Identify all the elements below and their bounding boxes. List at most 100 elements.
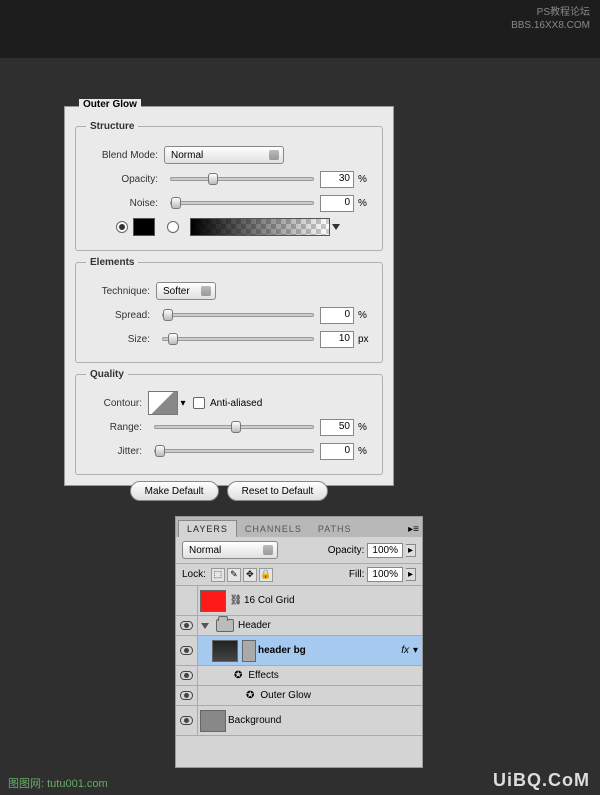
- layer-row[interactable]: ⛓ 16 Col Grid: [176, 586, 422, 616]
- folder-icon: [216, 619, 234, 632]
- spread-slider[interactable]: [162, 313, 314, 317]
- layer-mask-thumbnail[interactable]: [242, 640, 256, 662]
- range-input[interactable]: 50: [320, 419, 354, 436]
- dialog-title: Outer Glow: [79, 99, 141, 110]
- lock-all-icon[interactable]: 🔒: [259, 568, 273, 582]
- layer-row[interactable]: Background: [176, 706, 422, 736]
- jitter-input[interactable]: 0: [320, 443, 354, 460]
- noise-label: Noise:: [86, 198, 164, 209]
- color-radio[interactable]: [116, 221, 128, 233]
- watermark-bl: 图图网: tutu001.com: [8, 775, 108, 791]
- jitter-unit: %: [354, 446, 372, 457]
- tab-channels[interactable]: CHANNELS: [237, 521, 310, 537]
- visibility-toggle[interactable]: [176, 586, 198, 615]
- fill-input[interactable]: 100%: [367, 567, 403, 582]
- contour-picker[interactable]: [148, 391, 178, 415]
- opacity-unit: %: [354, 174, 372, 185]
- layer-blend-select[interactable]: Normal: [182, 541, 278, 559]
- layer-row-selected[interactable]: header bg fx ▾: [176, 636, 422, 666]
- technique-select[interactable]: Softer: [156, 282, 216, 300]
- effects-icon: ✪: [234, 670, 242, 681]
- layer-name[interactable]: Background: [228, 715, 422, 726]
- elements-legend: Elements: [86, 257, 138, 268]
- structure-legend: Structure: [86, 121, 138, 132]
- opacity-slider[interactable]: [170, 177, 314, 181]
- eye-icon: [180, 671, 193, 680]
- visibility-toggle[interactable]: [176, 706, 198, 735]
- layer-thumbnail[interactable]: [200, 590, 226, 612]
- size-label: Size:: [86, 334, 156, 345]
- eye-icon: [180, 621, 193, 630]
- size-unit: px: [354, 334, 372, 345]
- layers-panel: LAYERS CHANNELS PATHS ▸≡ Normal Opacity:…: [175, 516, 423, 768]
- gradient-dropdown-icon[interactable]: [332, 224, 344, 230]
- layer-group-row[interactable]: Header: [176, 616, 422, 636]
- layer-name[interactable]: Header: [238, 620, 422, 631]
- blend-mode-label: Blend Mode:: [86, 150, 164, 161]
- quality-legend: Quality: [86, 369, 128, 380]
- opacity-caret-icon[interactable]: ▸: [406, 544, 416, 557]
- effect-name[interactable]: Outer Glow: [254, 690, 422, 701]
- opacity-label: Opacity:: [86, 174, 164, 185]
- noise-slider[interactable]: [170, 201, 314, 205]
- panel-tabbar: LAYERS CHANNELS PATHS ▸≡: [176, 517, 422, 537]
- range-label: Range:: [86, 422, 148, 433]
- technique-label: Technique:: [86, 286, 156, 297]
- outer-glow-dialog: Outer Glow Structure Blend Mode: Normal …: [64, 106, 394, 486]
- disclosure-icon[interactable]: [201, 623, 209, 629]
- jitter-label: Jitter:: [86, 446, 148, 457]
- tab-paths[interactable]: PATHS: [310, 521, 360, 537]
- blend-mode-select[interactable]: Normal: [164, 146, 284, 164]
- lock-transparency-icon[interactable]: ⬚: [211, 568, 225, 582]
- elements-group: Elements Technique: Softer Spread: 0 % S…: [75, 257, 383, 363]
- range-slider[interactable]: [154, 425, 314, 429]
- lock-label: Lock:: [182, 569, 206, 580]
- link-icon[interactable]: ⛓: [231, 595, 241, 606]
- layer-list: ⛓ 16 Col Grid Header header bg fx ▾ ✪ Ef…: [176, 586, 422, 767]
- layer-name[interactable]: header bg: [258, 645, 401, 656]
- layer-thumbnail[interactable]: [200, 710, 226, 732]
- contour-dropdown-icon[interactable]: ▾: [178, 391, 188, 415]
- antialias-label: Anti-aliased: [210, 398, 262, 409]
- effects-label[interactable]: Effects: [242, 670, 422, 681]
- watermark-br: UiBQ.CoM: [493, 770, 590, 791]
- spread-unit: %: [354, 310, 372, 321]
- effect-item-row[interactable]: ✪ Outer Glow: [176, 686, 422, 706]
- layer-opacity-label: Opacity:: [328, 545, 365, 556]
- gradient-picker[interactable]: [190, 218, 330, 236]
- panel-menu-icon[interactable]: ▸≡: [405, 522, 422, 537]
- visibility-toggle[interactable]: [176, 686, 198, 705]
- eye-icon: [180, 646, 193, 655]
- visibility-toggle[interactable]: [176, 666, 198, 685]
- size-input[interactable]: 10: [320, 331, 354, 348]
- fill-label: Fill:: [349, 569, 365, 580]
- tab-layers[interactable]: LAYERS: [178, 520, 237, 537]
- opacity-input[interactable]: 30: [320, 171, 354, 188]
- layer-thumbnail[interactable]: [212, 640, 238, 662]
- layer-name[interactable]: 16 Col Grid: [244, 595, 422, 606]
- spread-input[interactable]: 0: [320, 307, 354, 324]
- noise-input[interactable]: 0: [320, 195, 354, 212]
- range-unit: %: [354, 422, 372, 433]
- lock-position-icon[interactable]: ✥: [243, 568, 257, 582]
- jitter-slider[interactable]: [154, 449, 314, 453]
- eye-icon: [180, 716, 193, 725]
- quality-group: Quality Contour: ▾ Anti-aliased Range: 5…: [75, 369, 383, 475]
- fill-caret-icon[interactable]: ▸: [406, 568, 416, 581]
- visibility-toggle[interactable]: [176, 636, 198, 665]
- lock-pixels-icon[interactable]: ✎: [227, 568, 241, 582]
- size-slider[interactable]: [162, 337, 314, 341]
- make-default-button[interactable]: Make Default: [130, 481, 219, 501]
- fx-badge[interactable]: fx: [401, 645, 409, 656]
- effects-row[interactable]: ✪ Effects: [176, 666, 422, 686]
- fx-dropdown-icon[interactable]: ▾: [413, 645, 418, 656]
- antialias-checkbox[interactable]: [193, 397, 205, 409]
- layer-opacity-input[interactable]: 100%: [367, 543, 403, 558]
- spread-label: Spread:: [86, 310, 156, 321]
- visibility-toggle[interactable]: [176, 616, 198, 635]
- color-swatch[interactable]: [133, 218, 155, 236]
- watermark-top: PS教程论坛 BBS.16XX8.COM: [511, 6, 590, 32]
- gradient-radio[interactable]: [167, 221, 179, 233]
- reset-default-button[interactable]: Reset to Default: [227, 481, 329, 501]
- contour-label: Contour:: [86, 398, 148, 409]
